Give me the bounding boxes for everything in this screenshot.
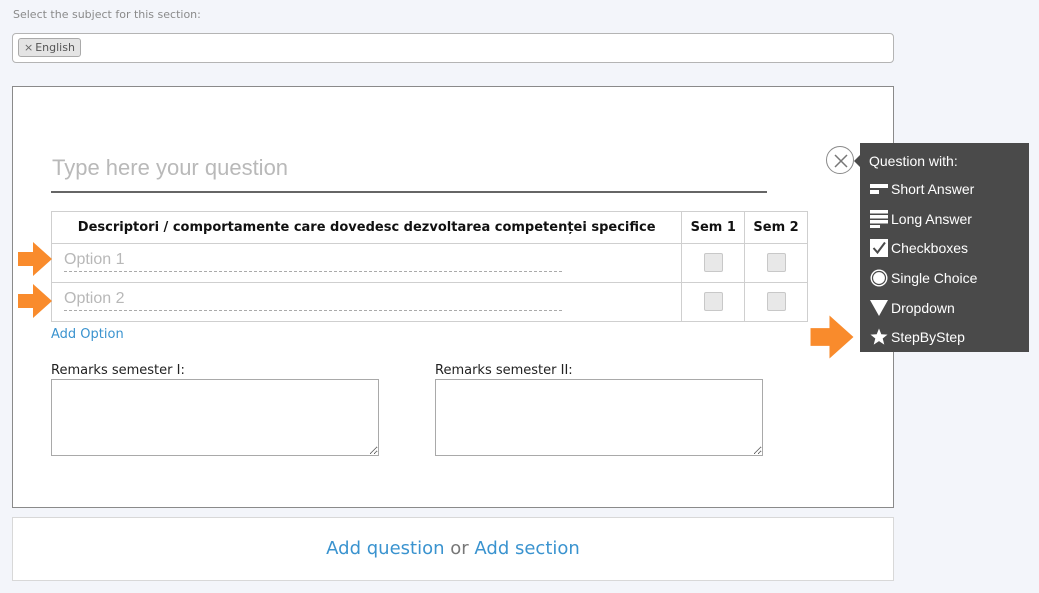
menu-item-short-answer[interactable]: Short Answer bbox=[869, 178, 974, 200]
menu-item-dropdown[interactable]: Dropdown bbox=[869, 297, 955, 319]
add-section-link[interactable]: Add section bbox=[474, 538, 579, 559]
column-header-sem2: Sem 2 bbox=[744, 211, 808, 244]
table-row bbox=[50, 282, 808, 322]
tag-remove-icon[interactable]: × bbox=[24, 39, 33, 56]
radio-icon bbox=[869, 269, 888, 288]
menu-title: Question with: bbox=[869, 153, 958, 169]
remarks-sem1-label: Remarks semester I: bbox=[51, 363, 185, 378]
column-header-sem1: Sem 1 bbox=[681, 211, 746, 244]
subject-label: Select the subject for this section: bbox=[13, 8, 201, 21]
menu-item-checkboxes[interactable]: Checkboxes bbox=[869, 237, 968, 259]
options-table: Descriptori / comportamente care dovedes… bbox=[50, 211, 808, 322]
close-button[interactable] bbox=[826, 146, 854, 174]
long-answer-icon bbox=[869, 210, 888, 229]
sem2-checkbox[interactable] bbox=[766, 291, 786, 311]
short-answer-icon bbox=[869, 180, 888, 199]
menu-item-label: Single Choice bbox=[891, 270, 978, 286]
remarks-sem2-label: Remarks semester II: bbox=[435, 363, 573, 378]
table-row bbox=[50, 243, 808, 283]
sem2-checkbox[interactable] bbox=[766, 252, 786, 272]
checkbox-icon bbox=[869, 239, 888, 258]
dropdown-triangle-icon bbox=[869, 299, 888, 318]
remarks-sem2-textarea[interactable] bbox=[435, 379, 763, 456]
arrow-right-icon bbox=[810, 315, 854, 359]
sem1-checkbox[interactable] bbox=[703, 291, 723, 311]
arrow-right-icon bbox=[18, 242, 52, 276]
subject-tag-label: English bbox=[35, 41, 75, 54]
question-card: Descriptori / comportamente care dovedes… bbox=[12, 86, 894, 508]
question-type-menu: Question with: Short Answer Long Answer … bbox=[854, 143, 1029, 352]
option-input[interactable] bbox=[64, 248, 562, 272]
column-header-descriptors: Descriptori / comportamente care dovedes… bbox=[50, 211, 683, 244]
sem1-checkbox[interactable] bbox=[703, 252, 723, 272]
close-icon bbox=[834, 154, 848, 168]
question-input[interactable] bbox=[51, 145, 767, 193]
menu-item-label: Short Answer bbox=[891, 181, 975, 197]
menu-item-stepbystep[interactable]: StepByStep bbox=[869, 326, 965, 348]
menu-item-label: Dropdown bbox=[891, 300, 955, 316]
add-question-link[interactable]: Add question bbox=[326, 538, 444, 559]
menu-item-label: Checkboxes bbox=[891, 240, 969, 256]
star-icon bbox=[869, 328, 888, 347]
remarks-sem1-textarea[interactable] bbox=[51, 379, 379, 456]
or-text: or bbox=[450, 538, 469, 559]
add-actions-bar: Add question or Add section bbox=[12, 517, 894, 581]
menu-item-long-answer[interactable]: Long Answer bbox=[869, 208, 972, 230]
option-input[interactable] bbox=[64, 287, 562, 311]
menu-item-label: Long Answer bbox=[891, 211, 972, 227]
menu-item-label: StepByStep bbox=[891, 329, 965, 345]
menu-item-single-choice[interactable]: Single Choice bbox=[869, 267, 977, 289]
subject-tag: × English bbox=[18, 38, 81, 57]
arrow-right-icon bbox=[18, 284, 52, 318]
subject-select[interactable]: × English bbox=[12, 33, 894, 63]
add-option-link[interactable]: Add Option bbox=[51, 327, 124, 342]
